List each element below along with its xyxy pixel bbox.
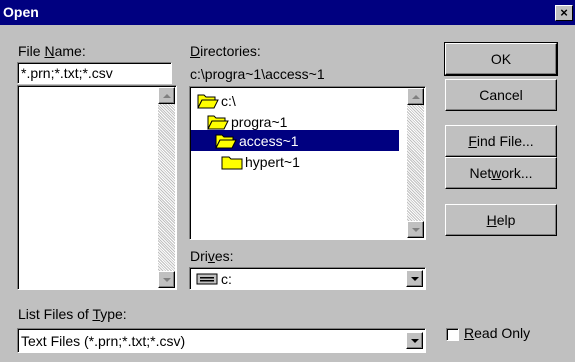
drives-value: c: [221, 271, 232, 287]
read-only-label[interactable]: Read Only [464, 325, 530, 341]
drives-select[interactable]: c: [189, 267, 426, 290]
cancel-button-label: Cancel [479, 87, 523, 103]
ok-button[interactable]: OK [444, 42, 558, 76]
network-button[interactable]: Network... [445, 157, 557, 189]
directory-scroll-down-button[interactable] [407, 221, 424, 238]
file-type-select[interactable]: Text Files (*.prn;*.txt;*.csv) [17, 328, 426, 353]
tree-item-access[interactable]: access~1 [191, 130, 399, 151]
directory-scrollbar[interactable] [407, 88, 424, 238]
find-file-button-label: Find File... [468, 133, 534, 149]
file-name-input[interactable]: *.prn;*.txt;*.csv [17, 62, 172, 84]
file-type-value: Text Files (*.prn;*.txt;*.csv) [21, 333, 186, 349]
arrow-up-icon [162, 93, 171, 98]
close-button[interactable]: × [555, 5, 573, 21]
file-name-value: *.prn;*.txt;*.csv [21, 65, 113, 81]
file-name-label: File Name: [18, 43, 86, 59]
tree-item-label: hypert~1 [245, 153, 300, 170]
read-only-checkbox[interactable] [446, 328, 459, 341]
network-button-label: Network... [469, 165, 533, 181]
open-folder-icon [215, 134, 237, 148]
folder-icon [221, 156, 243, 169]
tree-item-hypert[interactable]: hypert~1 [221, 151, 300, 172]
file-list-scroll-down-button[interactable] [158, 271, 175, 288]
directories-label: Directories: [190, 43, 261, 59]
find-file-button[interactable]: Find File... [445, 125, 557, 157]
cancel-button[interactable]: Cancel [445, 79, 557, 111]
arrow-down-icon [411, 227, 420, 232]
file-list-scroll-up-button[interactable] [158, 87, 175, 104]
file-list-scrollbar[interactable] [158, 87, 175, 288]
file-type-label: List Files of Type: [18, 306, 127, 322]
directory-scroll-up-button[interactable] [407, 88, 424, 105]
chevron-down-icon [410, 338, 419, 343]
open-folder-icon [207, 115, 229, 129]
title-bar[interactable]: Open × [0, 0, 575, 25]
file-list[interactable] [17, 85, 177, 290]
tree-item-label: access~1 [239, 132, 299, 149]
current-path: c:\progra~1\access~1 [190, 66, 325, 82]
help-button-label: Help [486, 212, 516, 228]
arrow-up-icon [411, 94, 420, 99]
open-folder-icon [197, 94, 219, 108]
tree-item-root[interactable]: c:\ [197, 90, 236, 111]
arrow-down-icon [162, 277, 171, 282]
ok-button-label: OK [490, 51, 512, 67]
drive-icon [196, 273, 218, 285]
chevron-down-icon [410, 276, 419, 281]
drives-dropdown-button[interactable] [406, 270, 423, 287]
window-title: Open [3, 4, 39, 20]
drives-label: Drives: [190, 248, 234, 264]
file-type-dropdown-button[interactable] [406, 332, 423, 349]
tree-item-progra[interactable]: progra~1 [207, 111, 287, 132]
close-icon: × [560, 5, 568, 20]
tree-item-label: c:\ [221, 92, 236, 109]
help-button[interactable]: Help [445, 204, 557, 236]
tree-item-label: progra~1 [231, 113, 288, 130]
